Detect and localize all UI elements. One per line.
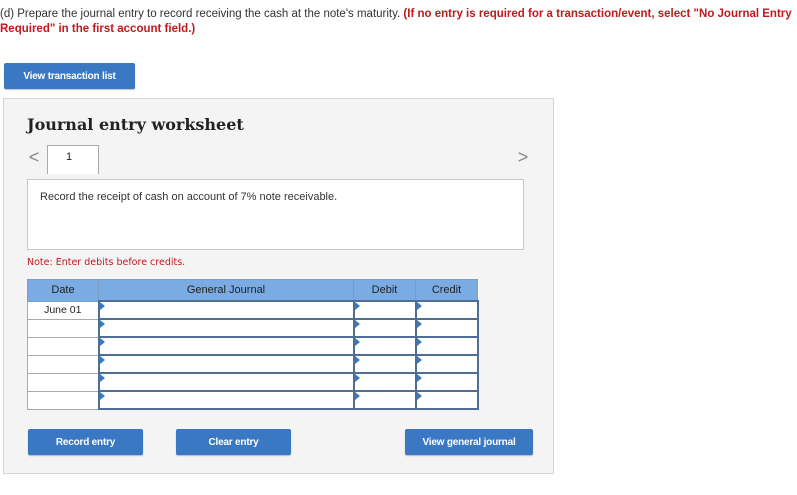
date-cell	[27, 336, 99, 356]
account-field[interactable]	[97, 318, 355, 338]
credit-field[interactable]	[414, 318, 479, 338]
header-debit: Debit	[353, 279, 416, 302]
date-cell	[27, 390, 99, 410]
journal-entry-worksheet: Journal entry worksheet < 1 > Record the…	[3, 98, 554, 474]
table-row	[27, 318, 479, 338]
account-field[interactable]	[97, 390, 355, 410]
debit-field[interactable]	[352, 372, 417, 392]
header-general-journal: General Journal	[98, 279, 354, 302]
table-row	[27, 372, 479, 392]
header-credit: Credit	[415, 279, 478, 302]
journal-entry-table: Date General Journal Debit Credit June 0…	[27, 279, 479, 410]
date-cell	[27, 372, 99, 392]
table-row	[27, 336, 479, 356]
chevron-left-icon[interactable]: <	[26, 147, 42, 167]
account-field[interactable]	[97, 372, 355, 392]
prompt-text: (d) Prepare the journal entry to record …	[0, 8, 401, 20]
credit-field[interactable]	[414, 354, 479, 374]
table-row: June 01	[27, 300, 479, 320]
worksheet-title: Journal entry worksheet	[27, 115, 244, 134]
date-cell	[27, 354, 99, 374]
entry-note: Note: Enter debits before credits.	[27, 257, 186, 268]
header-date: Date	[27, 279, 99, 302]
table-row	[27, 390, 479, 410]
credit-field[interactable]	[414, 372, 479, 392]
debit-field[interactable]	[352, 300, 417, 320]
date-cell: June 01	[27, 300, 99, 320]
view-transaction-list-button[interactable]: View transaction list	[4, 63, 135, 89]
account-field[interactable]	[97, 354, 355, 374]
record-entry-button[interactable]: Record entry	[28, 429, 143, 455]
debit-field[interactable]	[352, 390, 417, 410]
date-cell	[27, 318, 99, 338]
credit-field[interactable]	[414, 336, 479, 356]
worksheet-page-tab[interactable]: 1	[47, 145, 99, 174]
debit-field[interactable]	[352, 354, 417, 374]
question-prompt: (d) Prepare the journal entry to record …	[0, 7, 795, 37]
debit-field[interactable]	[352, 318, 417, 338]
debit-field[interactable]	[352, 336, 417, 356]
credit-field[interactable]	[414, 300, 479, 320]
chevron-right-icon[interactable]: >	[515, 147, 531, 167]
account-field[interactable]	[97, 336, 355, 356]
table-row	[27, 354, 479, 374]
account-field[interactable]	[97, 300, 355, 320]
view-general-journal-button[interactable]: View general journal	[405, 429, 533, 455]
credit-field[interactable]	[414, 390, 479, 410]
transaction-description: Record the receipt of cash on account of…	[27, 179, 524, 250]
clear-entry-button[interactable]: Clear entry	[176, 429, 291, 455]
